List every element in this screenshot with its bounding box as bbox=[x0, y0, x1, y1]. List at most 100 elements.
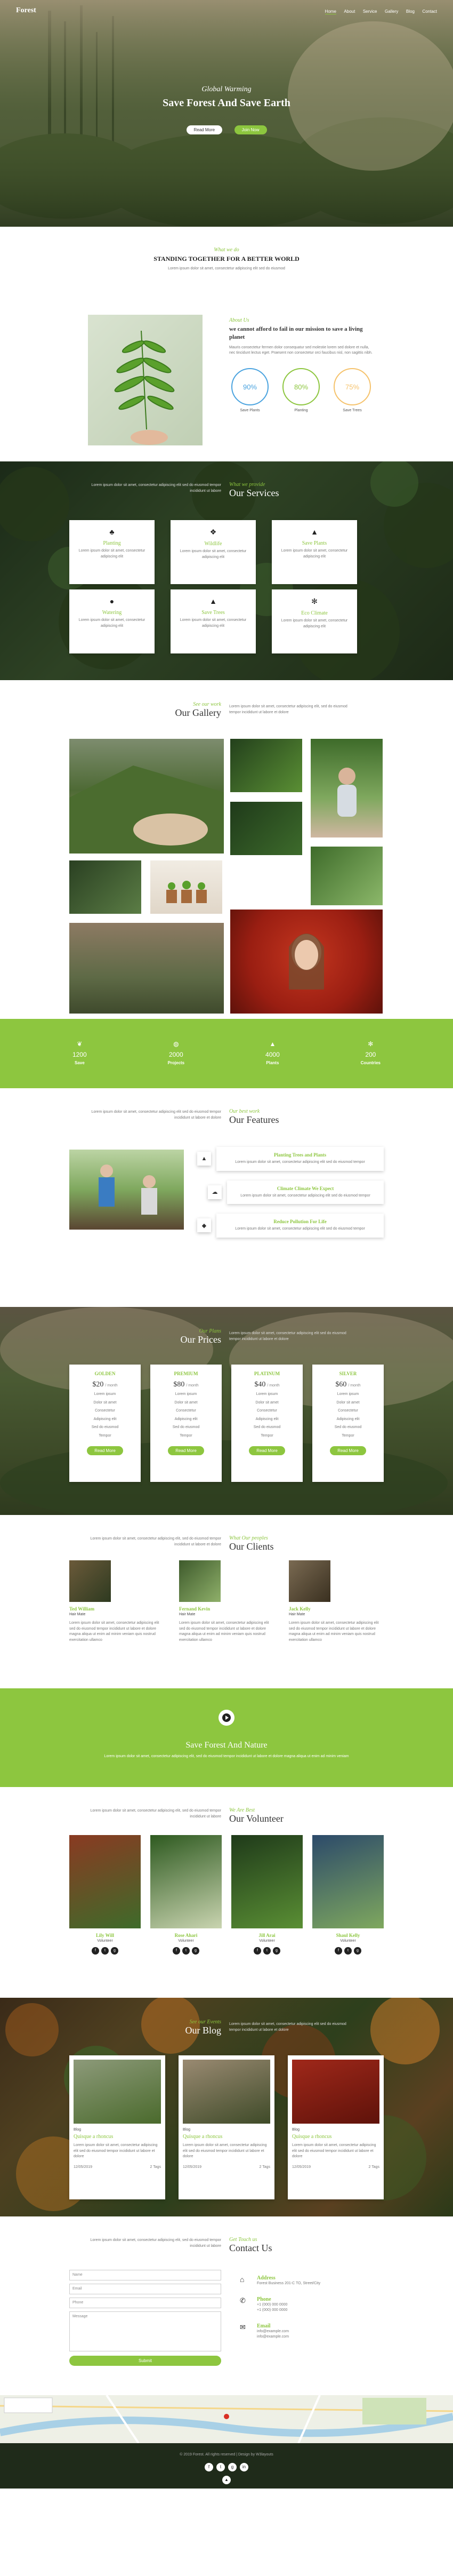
gallery-image-ferns[interactable] bbox=[311, 847, 383, 905]
stat-item: 80% Planting bbox=[280, 368, 322, 412]
nav-blog[interactable]: Blog bbox=[406, 9, 415, 14]
plan-price: $40/ month bbox=[231, 1381, 303, 1389]
features-list: ▲ Planting Trees and Plants Lorem ipsum do… bbox=[197, 1147, 384, 1247]
google-plus-icon[interactable]: g bbox=[111, 1947, 118, 1955]
gallery-image-sitting[interactable] bbox=[69, 860, 141, 914]
name-field[interactable]: Name bbox=[69, 2270, 221, 2280]
linkedin-icon[interactable]: in bbox=[240, 2463, 248, 2471]
twitter-icon[interactable]: t bbox=[182, 1947, 190, 1955]
service-card[interactable]: ❖ Wildlife Lorem ipsum dolor sit amet, con… bbox=[171, 520, 256, 584]
plan-read-more-button[interactable]: Read More bbox=[330, 1446, 366, 1455]
plan-feature: Lorem ipsum bbox=[175, 1392, 197, 1396]
gallery-image-woman-flowers[interactable] bbox=[230, 910, 383, 1014]
gallery-image-hills[interactable] bbox=[69, 739, 224, 854]
feature-item[interactable]: ◆ Reduce Pollution For Life Lorem ipsum do… bbox=[197, 1214, 384, 1238]
email-2[interactable]: info@example.com bbox=[257, 2334, 289, 2340]
plan-name: SILVER bbox=[339, 1371, 357, 1376]
facebook-icon[interactable]: f bbox=[205, 2463, 213, 2471]
client-name: Fernand Kevin bbox=[179, 1606, 211, 1612]
play-button[interactable] bbox=[219, 1710, 234, 1726]
service-card[interactable]: ▲ Save Plants Lorem ipsum dolor sit amet, … bbox=[272, 520, 357, 584]
footer: © 2019 Forest. All rights reserved | Des… bbox=[0, 2443, 453, 2489]
google-plus-icon[interactable]: g bbox=[273, 1947, 280, 1955]
gallery-image-seedlings[interactable] bbox=[150, 860, 222, 914]
contact-info: ⌂ Address Forest Business 201-C TO, Stre… bbox=[240, 2275, 378, 2340]
feature-item[interactable]: ☁ Climate Climate We Expect Lorem ipsum do… bbox=[208, 1180, 384, 1204]
cloud-icon: ☁ bbox=[208, 1185, 222, 1199]
twitter-icon[interactable]: t bbox=[101, 1947, 109, 1955]
blog-text: Lorem ipsum dolor sit amet, consectetur … bbox=[292, 2143, 376, 2158]
volunteer-card: Shaul Kelly Volunteer f t g bbox=[312, 1835, 384, 1955]
blog-title[interactable]: Quisque a rhoncus bbox=[74, 2134, 161, 2140]
email-field[interactable]: Email bbox=[69, 2284, 221, 2294]
service-card[interactable]: ● Watering Lorem ipsum dolor sit amet, con… bbox=[69, 589, 155, 653]
gallery-image-woman-grass[interactable] bbox=[311, 739, 383, 838]
volunteer-social: ftg bbox=[231, 1947, 303, 1955]
nav-gallery[interactable]: Gallery bbox=[385, 9, 398, 14]
service-card[interactable]: ✻ Eco Climate Lorem ipsum dolor sit amet, … bbox=[272, 589, 357, 653]
nav-home[interactable]: Home bbox=[325, 9, 336, 14]
plan-read-more-button[interactable]: Read More bbox=[168, 1446, 204, 1455]
gallery-image-leaves[interactable] bbox=[230, 739, 302, 792]
map[interactable] bbox=[0, 2395, 453, 2443]
plan-price-period: / month bbox=[267, 1384, 280, 1387]
twitter-icon[interactable]: t bbox=[344, 1947, 352, 1955]
facebook-icon[interactable]: f bbox=[173, 1947, 180, 1955]
twitter-icon[interactable]: t bbox=[263, 1947, 271, 1955]
service-title: Save Trees bbox=[201, 610, 225, 616]
service-card[interactable]: ▲ Save Trees Lorem ipsum dolor sit amet, c… bbox=[171, 589, 256, 653]
plan-feature: Sed do eiusmod bbox=[91, 1425, 119, 1429]
email-1[interactable]: info@example.com bbox=[257, 2329, 289, 2335]
facebook-icon[interactable]: f bbox=[335, 1947, 342, 1955]
prices-title: Our Prices bbox=[180, 1334, 221, 1345]
nav-service[interactable]: Service bbox=[363, 9, 377, 14]
plan-price-period: / month bbox=[105, 1384, 118, 1387]
phone-field[interactable]: Phone bbox=[69, 2298, 221, 2308]
blog-card[interactable]: Blog Quisque a rhoncus Lorem ipsum dolor s… bbox=[69, 2055, 165, 2199]
volunteer-photo bbox=[150, 1835, 222, 1928]
twitter-icon[interactable]: t bbox=[216, 2463, 225, 2471]
plan-read-more-button[interactable]: Read More bbox=[249, 1446, 285, 1455]
stat-value: 75% bbox=[345, 382, 360, 391]
play-icon bbox=[222, 1713, 231, 1722]
plan-read-more-button[interactable]: Read More bbox=[87, 1446, 123, 1455]
service-card[interactable]: ♣ Planting Lorem ipsum dolor sit amet, con… bbox=[69, 520, 155, 584]
submit-button[interactable]: Submit bbox=[69, 2356, 221, 2366]
contact-kicker: Get Touch us bbox=[229, 2237, 257, 2243]
scroll-top-button[interactable]: ▲ bbox=[222, 2476, 231, 2484]
plan-feature: Tempor bbox=[261, 1433, 273, 1438]
blog-tags: 2 Tags bbox=[259, 2165, 271, 2169]
counter-value: 200 bbox=[365, 1051, 376, 1058]
read-more-button[interactable]: Read More bbox=[186, 125, 223, 134]
volunteer-title: Our Volunteer bbox=[229, 1813, 284, 1824]
join-now-button[interactable]: Join Now bbox=[234, 125, 267, 134]
service-text: Lorem ipsum dolor sit amet, consectetur … bbox=[281, 549, 348, 559]
banner-text: Lorem ipsum dolor sit amet, consectetur … bbox=[104, 1754, 349, 1758]
gallery-image-forest-dark[interactable] bbox=[230, 802, 302, 855]
feature-item[interactable]: ▲ Planting Trees and Plants Lorem ipsum do… bbox=[197, 1147, 384, 1171]
clients-section: Lorem ipsum dolor sit amet, consectetur … bbox=[0, 1515, 453, 1688]
facebook-icon[interactable]: f bbox=[92, 1947, 99, 1955]
facebook-icon[interactable]: f bbox=[254, 1947, 261, 1955]
blog-date: 12/05/2019 bbox=[183, 2165, 202, 2169]
google-plus-icon[interactable]: g bbox=[192, 1947, 199, 1955]
blog-title[interactable]: Quisque a rhoncus bbox=[292, 2134, 379, 2140]
blog-card[interactable]: Blog Quisque a rhoncus Lorem ipsum dolor s… bbox=[179, 2055, 274, 2199]
plan-feature: Adipiscing elit bbox=[255, 1417, 279, 1421]
address-label: Address bbox=[257, 2275, 276, 2281]
google-plus-icon[interactable]: g bbox=[228, 2463, 237, 2471]
message-field[interactable]: Message bbox=[69, 2311, 221, 2351]
blog-card[interactable]: Blog Quisque a rhoncus Lorem ipsum dolor s… bbox=[288, 2055, 384, 2199]
gallery-image-foggy-forest[interactable] bbox=[69, 923, 224, 1014]
nav-about[interactable]: About bbox=[344, 9, 355, 14]
nav-contact[interactable]: Contact bbox=[422, 9, 437, 14]
stat-value: 90% bbox=[242, 382, 257, 391]
brand-logo[interactable]: Forest bbox=[16, 6, 36, 15]
blog-title[interactable]: Quisque a rhoncus bbox=[183, 2134, 270, 2140]
clients-row: Ted William Hair Mate Lorem ipsum dolor si… bbox=[69, 1560, 384, 1643]
volunteer-intro: Lorem ipsum dolor sit amet, consectetur … bbox=[90, 1809, 221, 1819]
snowflake-icon: ✻ bbox=[368, 1040, 374, 1048]
tree-icon: ▲ bbox=[209, 597, 217, 605]
google-plus-icon[interactable]: g bbox=[354, 1947, 361, 1955]
volunteer-card: Jill Arai Volunteer f t g bbox=[231, 1835, 303, 1955]
